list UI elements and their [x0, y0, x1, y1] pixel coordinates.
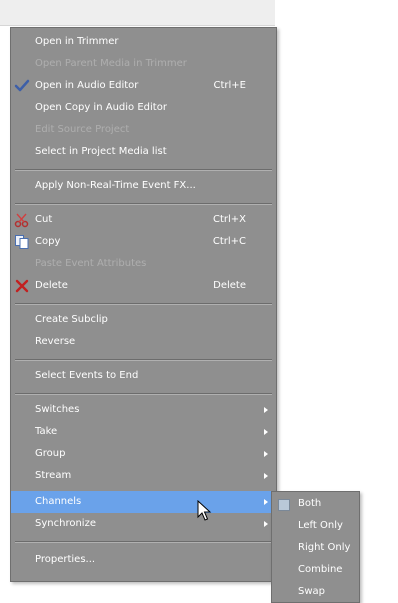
- menu-item-select-events-to-end[interactable]: Select Events to End: [11, 365, 276, 387]
- menu-item-open-parent-media-in-trimmer[interactable]: Open Parent Media in Trimmer: [11, 53, 276, 75]
- menu-item-open-in-audio-editor[interactable]: Open in Audio Editor Ctrl+E: [11, 75, 276, 97]
- checkmark-icon: [14, 78, 30, 94]
- menu-item-stream[interactable]: Stream: [11, 465, 276, 487]
- menu-item-label: Open in Audio Editor: [35, 80, 139, 91]
- menu-item-label: Paste Event Attributes: [35, 258, 147, 269]
- submenu-item-label: Both: [298, 498, 322, 509]
- menu-separator: [15, 303, 272, 305]
- window-strip: [0, 0, 275, 26]
- submenu-item-label: Left Only: [298, 520, 343, 531]
- submenu-item-label: Swap: [298, 586, 326, 597]
- menu-item-label: Synchronize: [35, 518, 96, 529]
- menu-separator: [15, 541, 272, 543]
- submenu-item-label: Right Only: [298, 542, 351, 553]
- submenu-arrow-icon: [264, 407, 268, 413]
- menu-separator: [15, 203, 272, 205]
- delete-x-icon: [14, 278, 30, 294]
- submenu-arrow-icon: [264, 499, 268, 505]
- menu-item-delete[interactable]: Delete Delete: [11, 275, 276, 297]
- submenu-arrow-icon: [264, 473, 268, 479]
- menu-item-label: Group: [35, 448, 66, 459]
- menu-item-take[interactable]: Take: [11, 421, 276, 443]
- menu-item-cut[interactable]: Cut Ctrl+X: [11, 209, 276, 231]
- menu-item-select-in-project-media-list[interactable]: Select in Project Media list: [11, 141, 276, 163]
- menu-item-channels[interactable]: Channels: [11, 491, 276, 513]
- context-menu: Open in Trimmer Open Parent Media in Tri…: [10, 27, 277, 582]
- menu-item-label: Select in Project Media list: [35, 146, 167, 157]
- menu-item-copy[interactable]: Copy Ctrl+C: [11, 231, 276, 253]
- screenshot-stage: Open in Trimmer Open Parent Media in Tri…: [0, 0, 398, 603]
- radio-check-icon: [278, 499, 290, 511]
- menu-item-synchronize[interactable]: Synchronize: [11, 513, 276, 535]
- menu-item-open-copy-in-audio-editor[interactable]: Open Copy in Audio Editor: [11, 97, 276, 119]
- menu-item-label: Select Events to End: [35, 370, 139, 381]
- menu-separator: [15, 169, 272, 171]
- menu-item-shortcut: Delete: [213, 280, 246, 291]
- menu-item-label: Reverse: [35, 336, 76, 347]
- scissors-icon: [14, 212, 30, 228]
- menu-item-label: Switches: [35, 404, 80, 415]
- menu-item-properties[interactable]: Properties...: [11, 549, 276, 571]
- submenu-item-both[interactable]: Both: [272, 493, 359, 515]
- menu-item-label: Open Copy in Audio Editor: [35, 102, 167, 113]
- menu-item-switches[interactable]: Switches: [11, 399, 276, 421]
- menu-item-open-in-trimmer[interactable]: Open in Trimmer: [11, 31, 276, 53]
- menu-item-label: Channels: [35, 496, 82, 507]
- menu-item-group[interactable]: Group: [11, 443, 276, 465]
- menu-item-apply-non-real-time-event-fx[interactable]: Apply Non-Real-Time Event FX...: [11, 175, 276, 197]
- menu-item-label: Stream: [35, 470, 72, 481]
- menu-item-reverse[interactable]: Reverse: [11, 331, 276, 353]
- menu-item-label: Open Parent Media in Trimmer: [35, 58, 187, 69]
- channels-submenu: Both Left Only Right Only Combine Swap: [271, 491, 360, 603]
- submenu-arrow-icon: [264, 451, 268, 457]
- menu-item-label: Open in Trimmer: [35, 36, 119, 47]
- menu-item-label: Edit Source Project: [35, 124, 130, 135]
- menu-item-label: Copy: [35, 236, 61, 247]
- mouse-pointer-icon: [197, 499, 213, 522]
- menu-item-edit-source-project[interactable]: Edit Source Project: [11, 119, 276, 141]
- menu-item-label: Apply Non-Real-Time Event FX...: [35, 180, 196, 191]
- submenu-item-left-only[interactable]: Left Only: [272, 515, 359, 537]
- menu-item-shortcut: Ctrl+E: [213, 80, 247, 91]
- submenu-arrow-icon: [264, 521, 268, 527]
- menu-item-shortcut: Ctrl+X: [212, 214, 246, 225]
- menu-item-label: Delete: [35, 280, 68, 291]
- menu-item-label: Take: [35, 426, 58, 437]
- menu-item-create-subclip[interactable]: Create Subclip: [11, 309, 276, 331]
- copy-icon: [14, 234, 30, 250]
- menu-item-label: Create Subclip: [35, 314, 108, 325]
- submenu-arrow-icon: [264, 429, 268, 435]
- submenu-item-swap[interactable]: Swap: [272, 581, 359, 603]
- menu-item-label: Cut: [35, 214, 53, 225]
- menu-separator: [15, 393, 272, 395]
- menu-item-label: Properties...: [35, 554, 96, 565]
- menu-item-shortcut: Ctrl+C: [212, 236, 246, 247]
- submenu-item-combine[interactable]: Combine: [272, 559, 359, 581]
- submenu-item-right-only[interactable]: Right Only: [272, 537, 359, 559]
- submenu-item-label: Combine: [298, 564, 343, 575]
- menu-separator: [15, 359, 272, 361]
- menu-item-paste-event-attributes[interactable]: Paste Event Attributes: [11, 253, 276, 275]
